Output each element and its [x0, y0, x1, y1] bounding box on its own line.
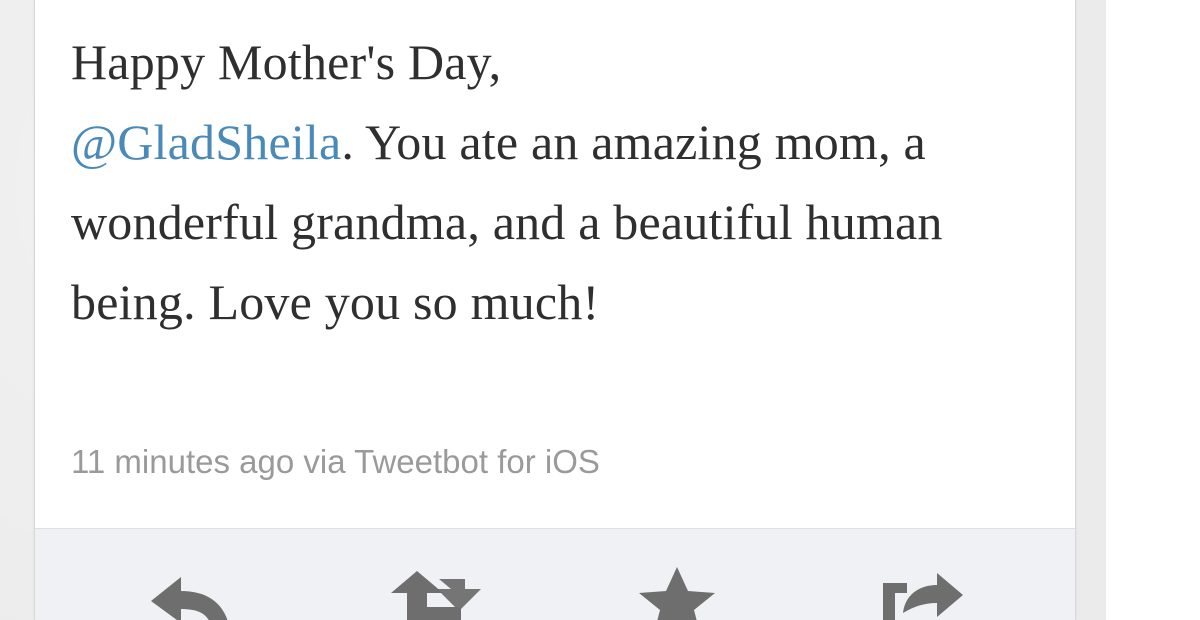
retweet-icon: [391, 571, 481, 620]
favorite-icon: [639, 567, 715, 620]
side-panel: [1106, 0, 1200, 620]
share-icon: [883, 573, 963, 620]
tweet-text: Happy Mother's Day, @GladSheila. You ate …: [71, 22, 1061, 342]
retweet-button[interactable]: [383, 567, 483, 620]
reply-button[interactable]: [147, 567, 247, 620]
mention-link[interactable]: @GladSheila: [71, 114, 341, 170]
tweet-text-start: Happy Mother's Day,: [71, 34, 502, 90]
reply-icon: [151, 577, 228, 620]
action-bar: [35, 528, 1075, 620]
tweet-meta: 11 minutes ago via Tweetbot for iOS: [71, 443, 600, 480]
tweet-card: Happy Mother's Day, @GladSheila. You ate …: [34, 0, 1076, 620]
favorite-button[interactable]: [627, 567, 727, 620]
share-button[interactable]: [873, 567, 973, 620]
